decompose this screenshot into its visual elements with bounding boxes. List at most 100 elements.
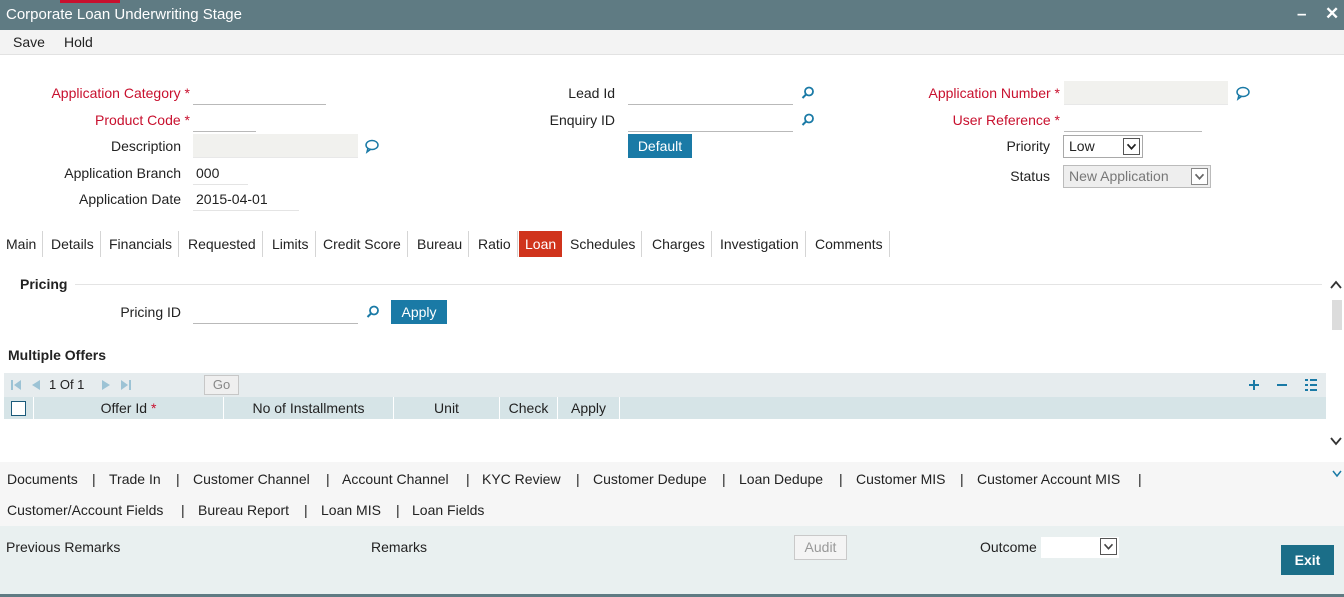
link-customer-account-fields[interactable]: Customer/Account Fields — [7, 502, 163, 518]
enquiry-id-input[interactable] — [628, 108, 793, 132]
link-customer-mis[interactable]: Customer MIS — [856, 471, 945, 487]
link-customer-dedupe[interactable]: Customer Dedupe — [593, 471, 707, 487]
link-customer-account-mis[interactable]: Customer Account MIS — [977, 471, 1120, 487]
col-check: Check — [500, 397, 558, 419]
chevron-up-icon[interactable] — [1330, 280, 1342, 290]
link-trade-in[interactable]: Trade In — [109, 471, 161, 487]
add-row-icon[interactable] — [1248, 379, 1260, 391]
lead-id-input[interactable] — [628, 81, 793, 105]
outcome-select[interactable] — [1041, 537, 1119, 558]
multiple-offers-title: Multiple Offers — [8, 347, 107, 363]
offers-grid-header: Offer Id * No of Installments Unit Check… — [4, 397, 1326, 419]
link-separator: | — [960, 471, 964, 487]
link-bureau-report[interactable]: Bureau Report — [198, 502, 289, 518]
user-reference-label: User Reference * — [952, 112, 1060, 128]
next-page-icon[interactable] — [100, 379, 112, 391]
link-separator: | — [176, 471, 180, 487]
chevron-down-icon[interactable] — [1330, 436, 1342, 446]
link-separator: | — [326, 471, 330, 487]
prev-page-icon[interactable] — [30, 379, 42, 391]
window-title: Corporate Loan Underwriting Stage — [6, 6, 242, 23]
last-page-icon[interactable] — [120, 379, 132, 391]
link-account-channel[interactable]: Account Channel — [342, 471, 449, 487]
pricing-apply-button[interactable]: Apply — [391, 300, 447, 324]
delete-row-icon[interactable] — [1276, 379, 1288, 391]
product-code-input[interactable] — [193, 108, 256, 132]
chevron-down-icon — [1123, 138, 1140, 155]
select-all-checkbox[interactable] — [11, 401, 26, 416]
link-kyc-review[interactable]: KYC Review — [482, 471, 561, 487]
search-icon[interactable] — [800, 85, 816, 101]
pricing-divider-line — [75, 284, 1322, 285]
tab-charges[interactable]: Charges — [646, 231, 712, 257]
remarks-link[interactable]: Remarks — [371, 539, 427, 555]
vertical-scrollbar[interactable] — [1328, 268, 1344, 458]
chevron-down-icon[interactable] — [1332, 470, 1342, 478]
pricing-id-label: Pricing ID — [120, 304, 181, 320]
link-separator: | — [396, 502, 400, 518]
link-customer-channel[interactable]: Customer Channel — [193, 471, 310, 487]
tab-ratio[interactable]: Ratio — [472, 231, 518, 257]
priority-select[interactable]: Low — [1063, 135, 1143, 158]
tab-bar: Main Details Financials Requested Limits… — [0, 231, 900, 257]
close-icon[interactable]: ✕ — [1325, 4, 1339, 24]
save-menu-item[interactable]: Save — [13, 34, 45, 50]
pager-text: 1 Of 1 — [49, 377, 85, 392]
tab-investigation[interactable]: Investigation — [714, 231, 806, 257]
description-label: Description — [110, 138, 181, 154]
tab-credit-score[interactable]: Credit Score — [317, 231, 408, 257]
tab-limits[interactable]: Limits — [266, 231, 316, 257]
search-icon[interactable] — [365, 304, 381, 320]
link-loan-dedupe[interactable]: Loan Dedupe — [739, 471, 823, 487]
tab-comments[interactable]: Comments — [809, 231, 890, 257]
status-label: Status — [1010, 168, 1050, 184]
pricing-id-input[interactable] — [193, 300, 358, 324]
previous-remarks-link[interactable]: Previous Remarks — [6, 539, 120, 555]
comment-icon[interactable] — [1235, 85, 1251, 101]
link-loan-fields[interactable]: Loan Fields — [412, 502, 484, 518]
link-documents[interactable]: Documents — [7, 471, 78, 487]
tab-bureau[interactable]: Bureau — [411, 231, 470, 257]
priority-label: Priority — [1006, 138, 1050, 154]
tab-requested[interactable]: Requested — [182, 231, 263, 257]
status-select[interactable]: New Application — [1063, 165, 1211, 188]
link-separator: | — [722, 471, 726, 487]
default-button[interactable]: Default — [628, 134, 692, 158]
application-branch-input[interactable] — [193, 161, 248, 185]
single-view-icon[interactable] — [1304, 378, 1318, 392]
scroll-thumb[interactable] — [1332, 300, 1342, 330]
application-date-input[interactable] — [193, 187, 299, 211]
tab-schedules[interactable]: Schedules — [564, 231, 643, 257]
link-loan-mis[interactable]: Loan MIS — [321, 502, 381, 518]
status-value: New Application — [1069, 168, 1169, 184]
application-category-input[interactable] — [193, 81, 326, 105]
description-input[interactable] — [193, 134, 358, 158]
application-date-label: Application Date — [79, 191, 181, 207]
minimize-icon[interactable]: – — [1297, 4, 1306, 24]
menu-bar: Save Hold — [0, 30, 1344, 55]
link-separator: | — [181, 502, 185, 518]
chevron-down-icon — [1100, 538, 1117, 555]
tab-financials[interactable]: Financials — [103, 231, 180, 257]
go-button[interactable]: Go — [204, 375, 239, 395]
audit-button[interactable]: Audit — [794, 535, 847, 560]
tab-main[interactable]: Main — [0, 231, 44, 257]
lead-id-label: Lead Id — [568, 85, 615, 101]
user-reference-input[interactable] — [1064, 108, 1202, 132]
application-branch-label: Application Branch — [64, 165, 181, 181]
col-unit: Unit — [394, 397, 500, 419]
link-separator: | — [576, 471, 580, 487]
tab-details[interactable]: Details — [45, 231, 101, 257]
pricing-section-title: Pricing — [20, 276, 68, 292]
application-number-input[interactable] — [1064, 81, 1228, 105]
product-code-label: Product Code * — [95, 112, 190, 128]
col-offer-id: Offer Id * — [34, 397, 224, 419]
enquiry-id-label: Enquiry ID — [549, 112, 615, 128]
comment-icon[interactable] — [364, 138, 380, 154]
search-icon[interactable] — [800, 112, 816, 128]
tab-loan[interactable]: Loan — [519, 231, 563, 257]
link-separator: | — [92, 471, 96, 487]
first-page-icon[interactable] — [10, 379, 22, 391]
hold-menu-item[interactable]: Hold — [64, 34, 93, 50]
exit-button[interactable]: Exit — [1281, 545, 1334, 575]
